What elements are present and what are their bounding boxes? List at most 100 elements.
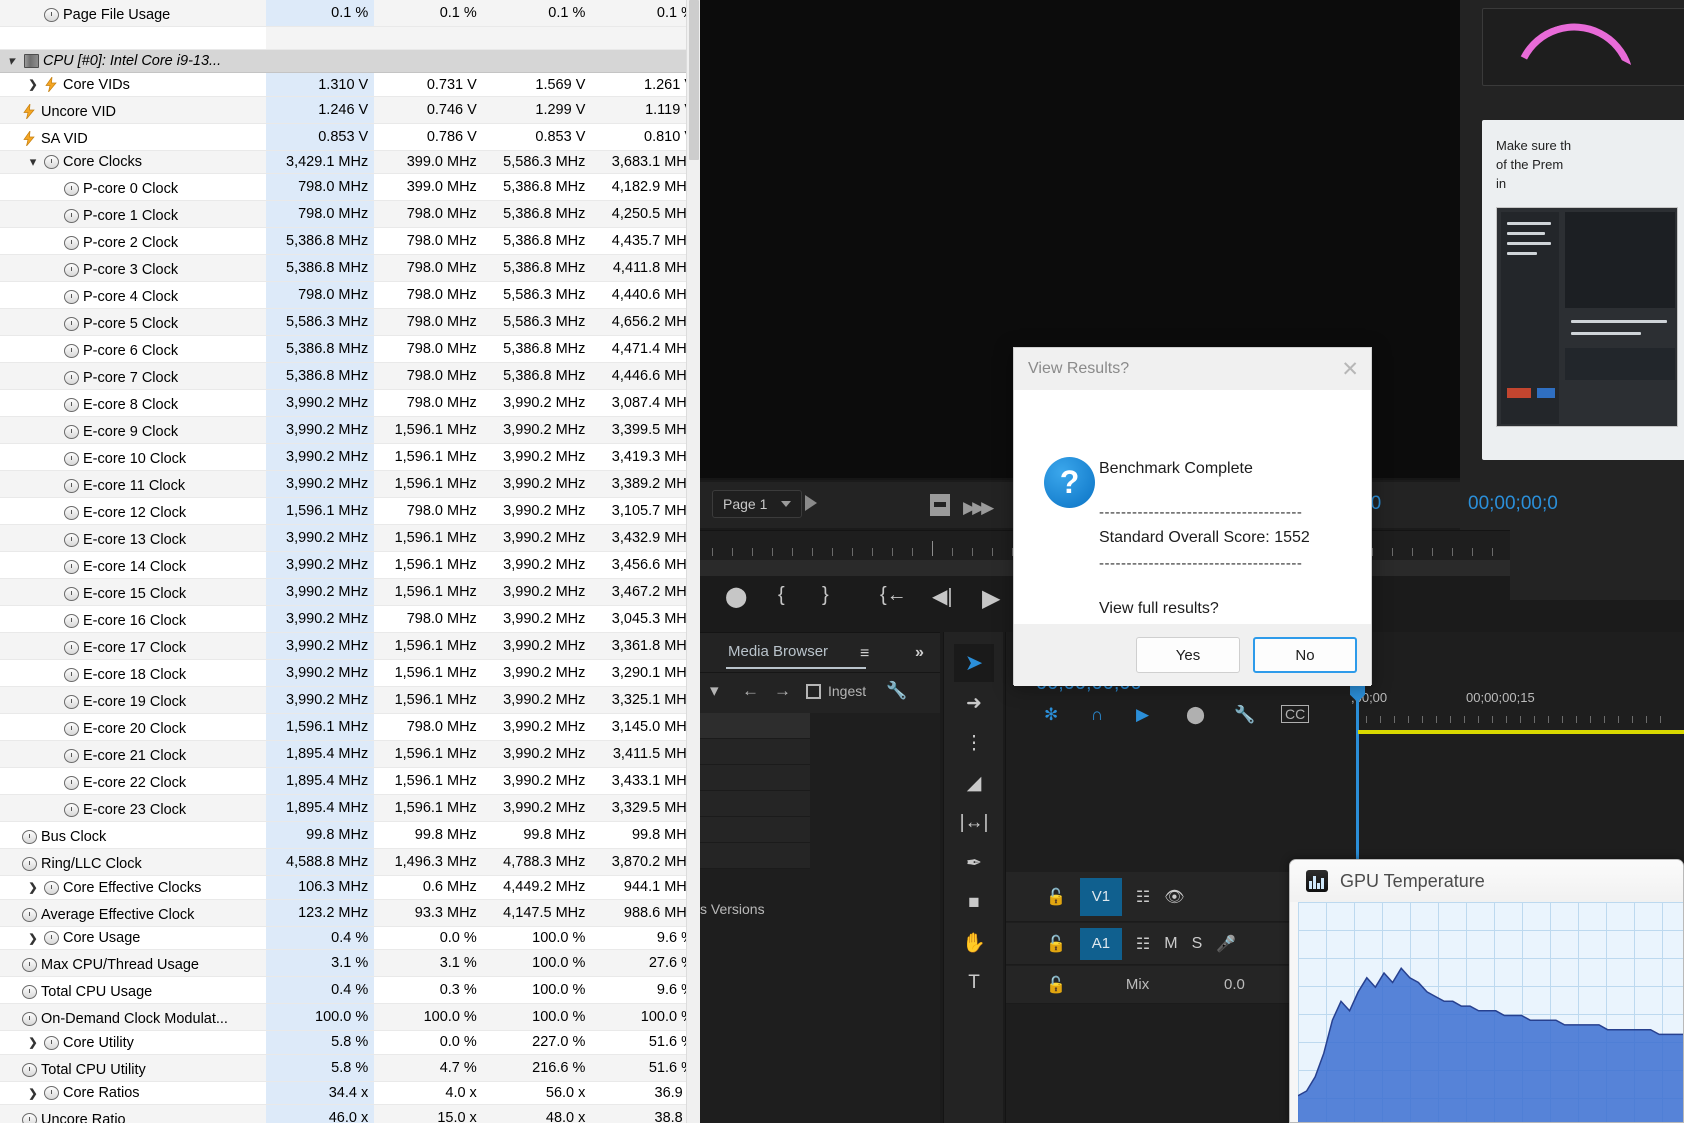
view-results-dialog[interactable]: View Results? ✕ ? Benchmark Complete ---… [1013, 347, 1372, 686]
table-row[interactable]: E-core 11 Clock 3,990.2 MHz 1,596.1 MHz 3,9… [0, 470, 700, 499]
sync-lock-icon[interactable]: ☷ [1136, 887, 1150, 907]
microphone-icon[interactable]: 🎤 [1216, 934, 1236, 954]
chevron-right-icon[interactable] [26, 927, 40, 949]
table-row[interactable]: Total CPU Usage 0.4 % 0.3 % 100.0 % 9.6 % [0, 976, 700, 1005]
slip-tool[interactable]: |↔| [954, 804, 994, 842]
razor-tool[interactable]: ◢ [954, 764, 994, 802]
table-row[interactable]: Page File Usage 0.1 % 0.1 % 0.1 % 0.1 % [0, 0, 700, 27]
table-row[interactable]: P-core 1 Clock 798.0 MHz 798.0 MHz 5,386.8 … [0, 200, 700, 229]
table-row[interactable]: E-core 21 Clock 1,895.4 MHz 1,596.1 MHz 3,9… [0, 740, 700, 769]
page-selector[interactable]: Page 1 [712, 490, 803, 518]
list-item[interactable] [700, 817, 810, 843]
hand-tool[interactable]: ✋ [954, 924, 994, 962]
table-row[interactable]: E-core 23 Clock 1,895.4 MHz 1,596.1 MHz 3,9… [0, 794, 700, 823]
chevron-down-icon[interactable]: ▾ [710, 681, 719, 701]
gpu-window-titlebar[interactable]: GPU Temperature [1290, 860, 1683, 902]
table-row[interactable]: Core Effective Clocks 106.3 MHz0.6 MHz4,4… [0, 875, 700, 900]
table-row[interactable]: E-core 9 Clock 3,990.2 MHz 1,596.1 MHz 3,99… [0, 416, 700, 445]
table-row[interactable]: P-core 6 Clock 5,386.8 MHz 798.0 MHz 5,386.… [0, 335, 700, 364]
marker-icon[interactable]: ⬤ [725, 584, 747, 609]
table-row[interactable]: E-core 19 Clock 3,990.2 MHz 1,596.1 MHz 3,9… [0, 686, 700, 715]
gpu-temperature-window[interactable]: GPU Temperature [1289, 859, 1684, 1123]
no-button[interactable]: No [1253, 637, 1357, 673]
list-item[interactable] [700, 791, 810, 817]
list-item[interactable] [700, 739, 810, 765]
unlock-icon[interactable]: 🔓 [1046, 887, 1066, 907]
arrow-right-icon[interactable]: → [774, 681, 791, 701]
table-row[interactable]: Ring/LLC Clock 4,588.8 MHz 1,496.3 MHz 4,78… [0, 848, 700, 877]
table-row[interactable]: SA VID 0.853 V 0.786 V 0.853 V 0.810 V [0, 123, 700, 151]
list-item[interactable] [700, 843, 810, 869]
double-chevron-icon[interactable]: » [915, 644, 924, 662]
table-row[interactable]: P-core 3 Clock 5,386.8 MHz 798.0 MHz 5,386.… [0, 254, 700, 283]
wrench-icon[interactable]: 🔧 [1234, 705, 1255, 725]
table-row[interactable]: P-core 7 Clock 5,386.8 MHz 798.0 MHz 5,386.… [0, 362, 700, 391]
snap-nested-icon[interactable]: ✻ [1044, 705, 1058, 725]
selection-tool[interactable]: ➤ [954, 644, 994, 682]
sensor-group-row[interactable]: CPU [#0]: Intel Core i9-13... [0, 49, 700, 74]
unlock-icon[interactable]: 🔓 [1046, 934, 1066, 954]
chevron-right-icon[interactable] [26, 1031, 40, 1053]
ripple-edit-tool[interactable]: ⋮ [954, 724, 994, 762]
ingest-checkbox[interactable] [806, 684, 821, 699]
out-point-icon[interactable]: } [822, 584, 829, 607]
list-item[interactable] [700, 713, 810, 739]
wrench-icon[interactable]: 🔧 [886, 681, 907, 701]
table-row[interactable]: Core Ratios 34.4 x4.0 x56.0 x36.9 x [0, 1081, 700, 1106]
scrollbar-thumb[interactable] [689, 0, 699, 160]
go-to-in-icon[interactable]: {← [880, 584, 907, 607]
table-row[interactable]: E-core 12 Clock 1,596.1 MHz 798.0 MHz 3,990… [0, 497, 700, 526]
table-row[interactable]: Total CPU Utility 5.8 % 4.7 % 216.6 % 51.6 % [0, 1054, 700, 1082]
table-row[interactable]: E-core 17 Clock 3,990.2 MHz 1,596.1 MHz 3,9… [0, 632, 700, 661]
table-row[interactable]: E-core 8 Clock 3,990.2 MHz 798.0 MHz 3,990.… [0, 389, 700, 418]
table-row[interactable]: P-core 5 Clock 5,586.3 MHz 798.0 MHz 5,586.… [0, 308, 700, 337]
chevron-down-icon[interactable] [4, 50, 18, 72]
table-row[interactable]: Core Utility 5.8 %0.0 %227.0 %51.6 % [0, 1030, 700, 1055]
table-row[interactable]: On-Demand Clock Modulat... 100.0 % 100.0 %… [0, 1003, 700, 1032]
mix-value[interactable]: 0.0 [1224, 976, 1245, 993]
hamburger-icon[interactable]: ≡ [860, 645, 869, 663]
in-point-icon[interactable]: { [778, 584, 785, 607]
linked-selection-icon[interactable]: ▶ [1136, 705, 1149, 725]
play-icon[interactable] [805, 495, 817, 511]
track-select-forward-tool[interactable]: ➜ [954, 684, 994, 722]
arrow-left-icon[interactable]: ← [742, 681, 759, 701]
media-browser-list[interactable]: s Versions [700, 713, 940, 1123]
table-row[interactable]: E-core 14 Clock 3,990.2 MHz 1,596.1 MHz 3,9… [0, 551, 700, 580]
table-row[interactable]: E-core 16 Clock 3,990.2 MHz 798.0 MHz 3,990… [0, 605, 700, 634]
table-row[interactable]: E-core 20 Clock 1,596.1 MHz 798.0 MHz 3,990… [0, 713, 700, 742]
step-back-icon[interactable]: ◀| [932, 584, 953, 609]
table-row[interactable]: Core Usage 0.4 %0.0 %100.0 %9.6 % [0, 926, 700, 951]
table-row[interactable]: E-core 15 Clock 3,990.2 MHz 1,596.1 MHz 3,9… [0, 578, 700, 607]
unlock-icon[interactable]: 🔓 [1046, 975, 1066, 995]
mute-toggle[interactable]: M [1164, 935, 1177, 953]
table-row[interactable]: E-core 22 Clock 1,895.4 MHz 1,596.1 MHz 3,9… [0, 767, 700, 796]
chevron-down-icon[interactable] [26, 151, 40, 173]
table-row[interactable]: E-core 10 Clock 3,990.2 MHz 1,596.1 MHz 3,9… [0, 443, 700, 472]
timeline-ruler[interactable]: ;00;00 00;00;00;15 [1336, 672, 1684, 730]
track-badge-v1[interactable]: V1 [1079, 877, 1122, 916]
table-row[interactable]: Core Clocks 3,429.1 MHz399.0 MHz5,586.3 M… [0, 150, 700, 175]
eye-icon[interactable]: 👁 [1164, 887, 1184, 907]
table-row[interactable]: E-core 18 Clock 3,990.2 MHz 1,596.1 MHz 3,9… [0, 659, 700, 688]
table-row[interactable]: E-core 13 Clock 3,990.2 MHz 1,596.1 MHz 3,9… [0, 524, 700, 553]
table-row[interactable]: Uncore VID 1.246 V 0.746 V 1.299 V 1.119 V [0, 96, 700, 124]
close-icon[interactable]: ✕ [1341, 359, 1359, 380]
marker-icon[interactable]: ⬤ [1186, 705, 1205, 725]
tab-media-browser[interactable]: Media Browser [728, 643, 828, 660]
film-frame-icon[interactable] [930, 494, 950, 516]
table-row[interactable]: P-core 0 Clock 798.0 MHz 399.0 MHz 5,386.8 … [0, 173, 700, 202]
table-row[interactable]: Core VIDs 1.310 V0.731 V1.569 V1.261 V [0, 72, 700, 97]
yes-button[interactable]: Yes [1136, 637, 1240, 673]
table-row[interactable]: Max CPU/Thread Usage 3.1 % 3.1 % 100.0 % 27.… [0, 949, 700, 978]
type-tool[interactable]: T [954, 964, 994, 1002]
solo-toggle[interactable]: S [1192, 935, 1203, 953]
closed-captions-icon[interactable]: CC [1281, 705, 1310, 723]
table-row[interactable]: P-core 2 Clock 5,386.8 MHz 798.0 MHz 5,386.… [0, 227, 700, 256]
table-row[interactable]: P-core 4 Clock 798.0 MHz 798.0 MHz 5,586.3 … [0, 281, 700, 310]
chevron-right-icon[interactable] [26, 1082, 40, 1104]
sensor-table-scrollbar[interactable] [686, 0, 700, 1123]
step-forward-icon[interactable]: ▶▶▶ [963, 498, 994, 518]
track-badge-a1[interactable]: A1 [1079, 927, 1122, 960]
play-icon[interactable]: ▶ [982, 584, 1000, 613]
